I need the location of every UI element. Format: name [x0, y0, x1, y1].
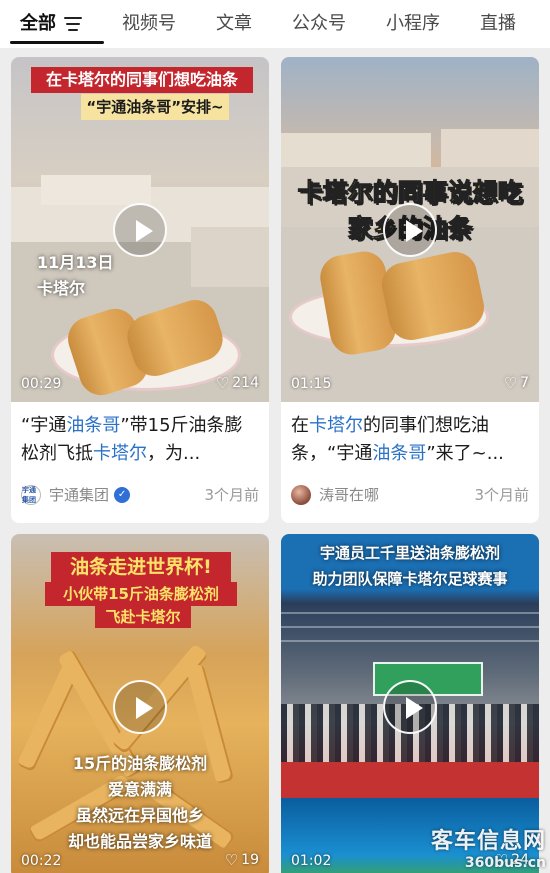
tab-official-accounts[interactable]: 公众号: [272, 0, 366, 48]
tab-mini-programs[interactable]: 小程序: [366, 0, 460, 48]
play-icon[interactable]: [113, 203, 167, 257]
tab-bar: 全部 视频号 文章 公众号 小程序 直播: [0, 0, 550, 48]
video-thumbnail[interactable]: 卡塔尔的同事说想吃 家乡的油条 01:15 ♡ 7: [281, 57, 539, 402]
author-name[interactable]: 涛哥在哪: [319, 484, 379, 505]
author-avatar[interactable]: [291, 484, 311, 505]
thumb-subheadline: 助力团队保障卡塔尔足球赛事: [312, 570, 508, 588]
thumb-location: 卡塔尔: [37, 279, 86, 298]
heart-icon: ♡: [224, 851, 239, 869]
like-count: ♡ 19: [224, 851, 259, 869]
video-title[interactable]: “宇通油条哥”带15斤油条膨松剂飞抵卡塔尔，为...: [21, 412, 259, 468]
author-avatar[interactable]: 宇通集团: [21, 484, 41, 505]
site-watermark: 客车信息网 360bus.cn: [431, 823, 546, 871]
play-icon[interactable]: [383, 680, 437, 734]
watermark-line-2: 360bus.cn: [464, 855, 546, 871]
video-card[interactable]: 在卡塔尔的同事们想吃油条 “宇通油条哥”安排~ 11月13日 卡塔尔 00:29…: [11, 57, 269, 523]
video-duration: 01:02: [291, 853, 332, 869]
thumb-headline: 宇通员工千里送油条膨松剂: [319, 544, 500, 562]
video-card[interactable]: 卡塔尔的同事说想吃 家乡的油条 01:15 ♡ 7 在卡塔尔的同事们想吃油条，“宇…: [281, 57, 539, 523]
active-tab-indicator: [10, 41, 104, 44]
play-icon[interactable]: [383, 203, 437, 257]
tab-articles[interactable]: 文章: [196, 0, 272, 48]
thumb-caption-3: 虽然远在异国他乡: [75, 806, 204, 825]
thumb-subheadline: “宇通油条哥”安排~: [81, 94, 229, 120]
video-duration: 00:29: [21, 376, 62, 392]
thumb-headline: 在卡塔尔的同事们想吃油条: [31, 67, 253, 93]
video-card[interactable]: 油条走进世界杯! 小伙带15斤油条膨松剂 飞赴卡塔尔 15斤的油条膨松剂 爱意满…: [11, 534, 269, 873]
thumb-headline: 油条走进世界杯!: [51, 552, 231, 582]
thumb-date: 11月13日: [37, 253, 114, 272]
post-time: 3个月前: [204, 486, 259, 504]
thumb-subheadline: 小伙带15斤油条膨松剂: [45, 582, 237, 606]
watermark-line-1: 客车信息网: [430, 829, 546, 854]
tab-live[interactable]: 直播: [460, 0, 536, 48]
verified-badge-icon: ✓: [114, 486, 131, 503]
play-icon[interactable]: [113, 680, 167, 734]
video-thumbnail[interactable]: 油条走进世界杯! 小伙带15斤油条膨松剂 飞赴卡塔尔 15斤的油条膨松剂 爱意满…: [11, 534, 269, 873]
video-title[interactable]: 在卡塔尔的同事们想吃油条，“宇通油条哥”来了~...: [291, 412, 529, 468]
author-name[interactable]: 宇通集团: [49, 484, 109, 505]
thumb-subheadline-2: 飞赴卡塔尔: [95, 606, 191, 628]
video-duration: 00:22: [21, 853, 62, 869]
like-count: ♡ 7: [503, 374, 529, 392]
thumb-caption-4: 却也能品尝家乡味道: [67, 832, 212, 851]
heart-icon: ♡: [215, 374, 230, 392]
post-time: 3个月前: [474, 486, 529, 504]
heart-icon: ♡: [503, 374, 518, 392]
video-thumbnail[interactable]: 在卡塔尔的同事们想吃油条 “宇通油条哥”安排~ 11月13日 卡塔尔 00:29…: [11, 57, 269, 402]
like-count: ♡ 214: [215, 374, 259, 392]
tab-channels[interactable]: 视频号: [102, 0, 196, 48]
thumb-caption-1: 15斤的油条膨松剂: [72, 754, 208, 773]
thumb-caption-2: 爱意满满: [107, 780, 172, 799]
video-duration: 01:15: [291, 376, 332, 392]
